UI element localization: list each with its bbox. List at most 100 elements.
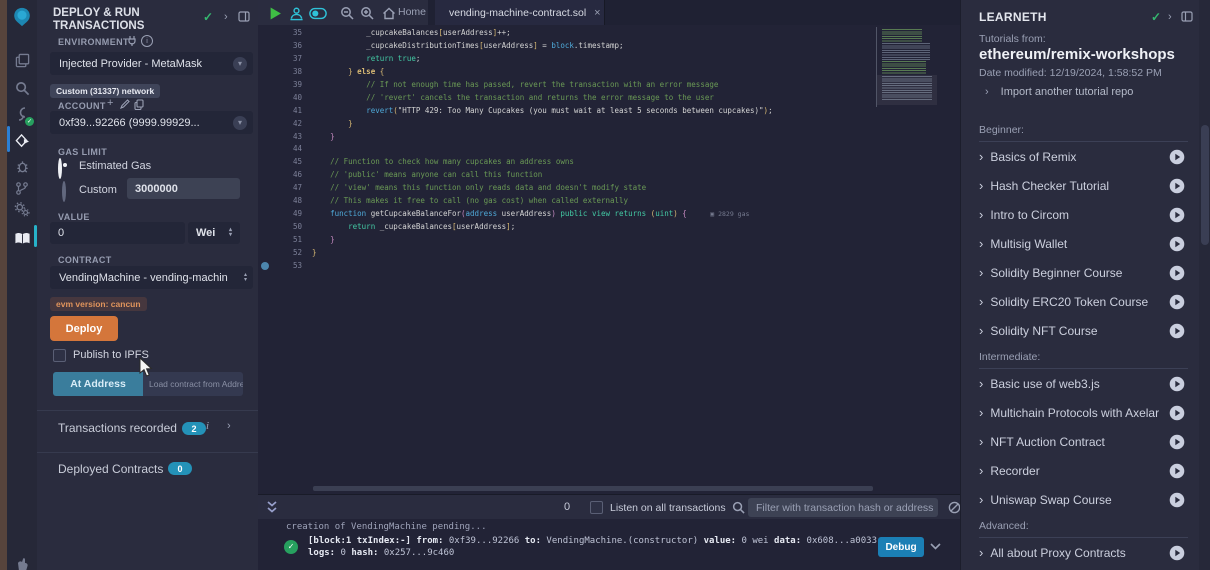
tutorial-item[interactable]: ›NFT Auction Contract [961, 427, 1199, 456]
gutter[interactable] [258, 143, 272, 156]
environment-select[interactable]: Injected Provider - MetaMask ▾ [50, 52, 253, 75]
gutter[interactable] [258, 118, 272, 131]
tab-vending-machine-contract[interactable]: vending-machine-contract.sol × [435, 0, 605, 25]
learneth-scrollbar[interactable] [1199, 0, 1210, 570]
scrollbar-thumb[interactable] [1201, 125, 1209, 245]
play-icon[interactable] [1169, 434, 1185, 450]
gutter[interactable] [258, 79, 272, 92]
at-address-input[interactable]: Load contract from Addres [143, 372, 243, 396]
import-repo-row[interactable]: › Import another tutorial repo [985, 86, 1133, 98]
custom-gas-input[interactable]: 3000000 [127, 178, 240, 199]
tutorial-item[interactable]: ›Basic use of web3.js [961, 369, 1199, 398]
at-address-button[interactable]: At Address [53, 372, 143, 396]
tutorial-item[interactable]: ›Hash Checker Tutorial [961, 171, 1199, 200]
home-icon[interactable] [380, 4, 398, 22]
tutorial-item[interactable]: ›Basics of Remix [961, 142, 1199, 171]
tutorial-item[interactable]: ›Multisig Wallet [961, 229, 1199, 258]
hand-partial-icon[interactable] [7, 552, 37, 570]
tutorial-item[interactable]: ›Solidity ERC20 Token Course [961, 287, 1199, 316]
estimated-gas-radio[interactable] [58, 158, 62, 179]
gutter[interactable] [258, 92, 272, 105]
tutorial-item[interactable]: ›Intro to Circom [961, 200, 1199, 229]
toggle-icon[interactable] [309, 4, 327, 22]
tutorial-item[interactable]: ›Multichain Protocols with Axelar [961, 398, 1199, 427]
play-icon[interactable] [1169, 405, 1185, 421]
play-icon[interactable] [1169, 265, 1185, 281]
minimap[interactable] [876, 27, 937, 107]
play-icon[interactable] [1169, 294, 1185, 310]
info-icon[interactable]: i [141, 35, 153, 47]
debugger-icon[interactable] [7, 155, 37, 177]
gutter[interactable] [258, 221, 272, 234]
play-icon[interactable] [1169, 323, 1185, 339]
custom-gas-radio[interactable] [62, 181, 66, 202]
gutter[interactable] [258, 53, 272, 66]
expand-panel-icon[interactable]: › [224, 11, 228, 23]
gutter[interactable] [258, 260, 272, 273]
publish-ipfs-checkbox[interactable] [53, 349, 66, 362]
gutter[interactable] [258, 195, 272, 208]
transactions-expand-icon[interactable]: › [227, 420, 231, 432]
gutter[interactable] [258, 156, 272, 169]
value-input[interactable]: 0 [50, 222, 185, 244]
tutorial-item[interactable]: ›All about Proxy Contracts [961, 538, 1199, 567]
pin-panel-icon[interactable] [238, 11, 250, 22]
zoom-out-icon[interactable] [338, 4, 356, 22]
contract-select[interactable]: VendingMachine - vending-machin ▴▾ [50, 266, 253, 289]
learneth-pin-icon[interactable] [1181, 11, 1193, 22]
terminal-filter-input[interactable]: Filter with transaction hash or address [748, 498, 938, 517]
file-explorer-icon[interactable] [7, 49, 37, 71]
gutter[interactable] [258, 169, 272, 182]
play-icon[interactable] [1169, 178, 1185, 194]
play-icon[interactable] [1169, 492, 1185, 508]
gutter[interactable] [258, 131, 272, 144]
deploy-and-run-icon[interactable] [7, 130, 37, 152]
learneth-book-icon[interactable] [7, 227, 37, 249]
learneth-expand-icon[interactable]: › [1168, 11, 1172, 23]
account-select[interactable]: 0xf39...92266 (9999.99929... ▾ [50, 111, 253, 134]
gutter[interactable] [258, 66, 272, 79]
zoom-in-icon[interactable] [358, 4, 376, 22]
solidity-compiler-icon[interactable]: ✓ [7, 103, 37, 125]
terminal-output[interactable]: creation of VendingMachine pending... ✓ … [258, 519, 960, 570]
gutter[interactable] [258, 234, 272, 247]
terminal-search-icon[interactable] [732, 501, 745, 514]
tutorial-item[interactable]: ›Solidity Beginner Course [961, 258, 1199, 287]
add-account-icon[interactable]: + [107, 97, 113, 109]
play-icon[interactable] [1169, 376, 1185, 392]
copy-account-icon[interactable] [134, 99, 144, 110]
breakpoint-dot[interactable] [261, 262, 269, 270]
source-control-icon[interactable] [7, 177, 37, 199]
edit-account-icon[interactable] [120, 99, 130, 109]
deploy-button[interactable]: Deploy [50, 316, 118, 341]
code-editor[interactable]: 35 _cupcakeBalances[userAddress]++;36 _c… [258, 25, 960, 494]
tab-close-icon[interactable]: × [594, 7, 600, 19]
tutorial-item[interactable]: ›Solidity NFT Course [961, 316, 1199, 345]
play-icon[interactable] [1169, 236, 1185, 252]
play-icon[interactable] [1169, 207, 1185, 223]
play-icon[interactable] [1169, 463, 1185, 479]
run-script-icon[interactable] [266, 4, 284, 22]
value-unit-select[interactable]: Wei ▴▾ [188, 222, 240, 244]
gutter[interactable] [258, 182, 272, 195]
play-icon[interactable] [1169, 149, 1185, 165]
listen-all-checkbox[interactable] [590, 501, 603, 514]
transactions-info-icon[interactable]: i [206, 420, 209, 432]
plug-icon[interactable] [127, 35, 137, 46]
collapse-terminal-icon[interactable] [266, 500, 278, 514]
tutorial-item[interactable]: ›Recorder [961, 456, 1199, 485]
debug-button[interactable]: Debug [878, 537, 924, 557]
search-icon[interactable] [7, 77, 37, 99]
horizontal-scrollbar[interactable] [313, 486, 873, 491]
assistant-icon[interactable] [287, 4, 305, 22]
play-icon[interactable] [1169, 545, 1185, 561]
plugin-manager-icon[interactable] [7, 198, 37, 220]
gutter[interactable] [258, 247, 272, 260]
tutorial-item[interactable]: ›Uniswap Swap Course [961, 485, 1199, 514]
home-label[interactable]: Home [398, 6, 426, 18]
gutter[interactable] [258, 40, 272, 53]
gutter[interactable] [258, 105, 272, 118]
remix-logo-icon[interactable] [7, 6, 37, 28]
gutter[interactable] [258, 27, 272, 40]
tx-expand-icon[interactable] [930, 543, 941, 550]
